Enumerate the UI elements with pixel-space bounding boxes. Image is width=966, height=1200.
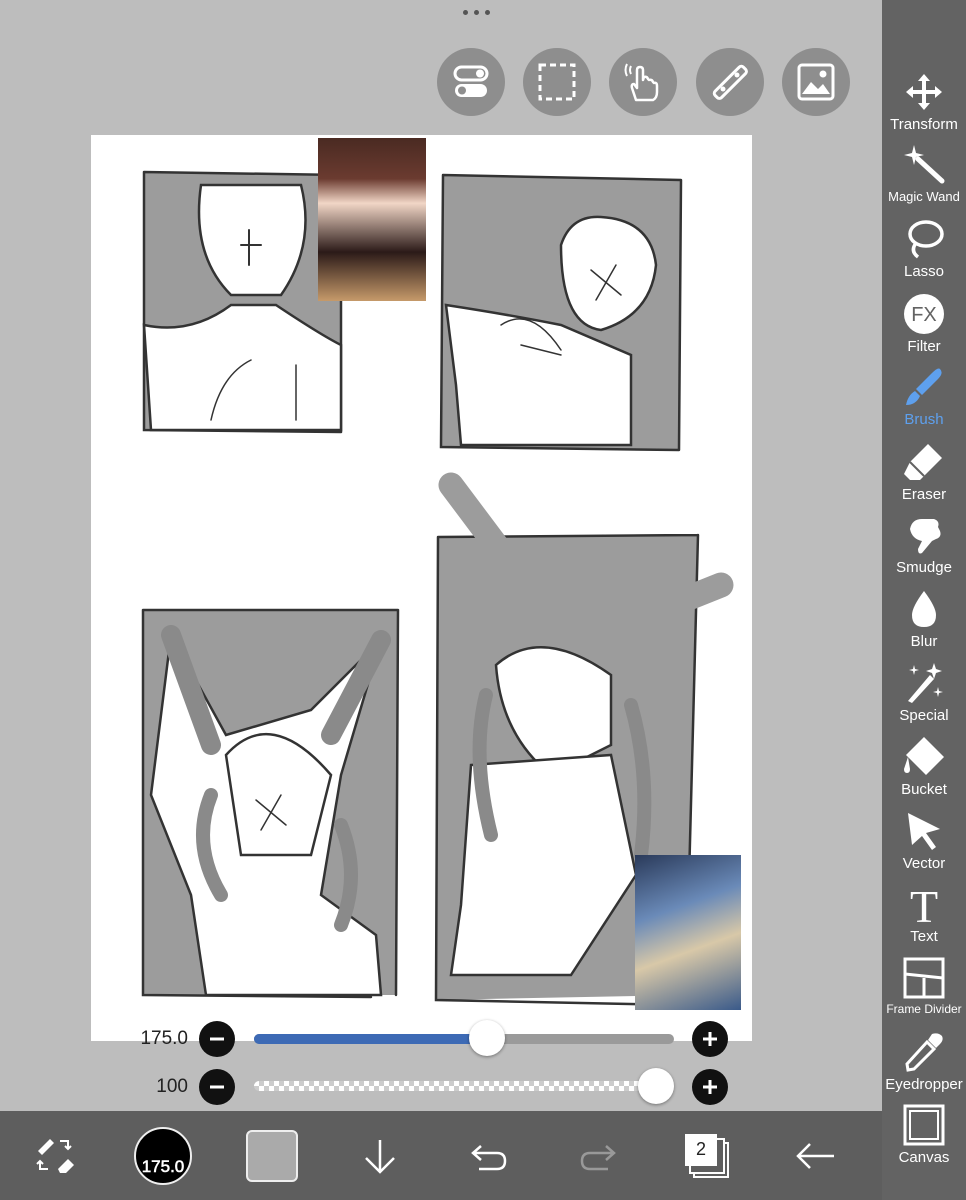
layers-count: 2: [685, 1133, 717, 1166]
reference-image-2[interactable]: [635, 855, 741, 1010]
brush-size-label: 175.0: [141, 1156, 185, 1176]
tool-label: Transform: [890, 116, 958, 133]
tool-label: Lasso: [903, 263, 945, 280]
color-swatch-button[interactable]: [242, 1111, 302, 1200]
ruler-icon: [712, 64, 748, 100]
tool-smudge[interactable]: Smudge: [882, 513, 966, 576]
download-arrow-icon: [365, 1139, 395, 1174]
tool-transform[interactable]: Transform: [882, 70, 966, 133]
tool-magic-wand[interactable]: Magic Wand: [882, 143, 966, 204]
size-slider-track[interactable]: [254, 1034, 674, 1044]
cursor-arrow-icon: [908, 813, 940, 850]
layers-button[interactable]: 2: [677, 1111, 737, 1200]
special-sparkle-icon: [908, 663, 943, 703]
drop-icon: [912, 591, 936, 627]
brush-size-circle: 175.0: [134, 1126, 192, 1185]
svg-text:FX: FX: [911, 304, 937, 326]
color-swatch: [246, 1129, 298, 1182]
drawing-canvas[interactable]: [91, 135, 752, 1041]
canvas-icon: [903, 1104, 945, 1146]
toggle-settings-button[interactable]: [437, 48, 505, 116]
tool-blur[interactable]: Blur: [882, 587, 966, 650]
undo-button[interactable]: [459, 1111, 519, 1200]
image-icon: [797, 63, 835, 101]
size-decrease-button[interactable]: [199, 1021, 235, 1057]
tool-text[interactable]: T Text: [882, 882, 966, 945]
tool-bucket[interactable]: Bucket: [882, 735, 966, 798]
minus-icon: [210, 1085, 224, 1089]
gesture-button[interactable]: [609, 48, 677, 116]
tool-label: Vector: [902, 855, 946, 872]
tool-label: Text: [910, 928, 938, 945]
tool-label: Canvas: [898, 1149, 950, 1166]
tool-brush[interactable]: Brush: [882, 365, 966, 428]
tool-label: Magic Wand: [888, 189, 960, 204]
brush-icon: [906, 368, 942, 405]
tool-canvas[interactable]: Canvas: [882, 1103, 966, 1166]
back-button[interactable]: [786, 1111, 846, 1200]
right-toolbar: Transform Magic Wand Lasso FX Filter Bru…: [882, 0, 966, 1200]
move-arrows-icon: [906, 74, 942, 110]
selection-icon: [538, 63, 576, 101]
frame-divider-icon: [903, 957, 945, 999]
undo-icon: [471, 1144, 507, 1170]
back-arrow-icon: [796, 1142, 834, 1169]
smudge-icon: [910, 519, 941, 554]
tool-eraser[interactable]: Eraser: [882, 440, 966, 503]
tool-eyedropper[interactable]: Eyedropper: [882, 1030, 966, 1093]
magic-wand-icon: [904, 145, 945, 184]
brush-size-indicator[interactable]: 175.0: [133, 1111, 193, 1200]
hand-gesture-icon: [624, 63, 659, 102]
opacity-slider-track[interactable]: [254, 1081, 674, 1091]
tool-lasso[interactable]: Lasso: [882, 217, 966, 280]
svg-text:T: T: [910, 882, 938, 926]
size-value: 175.0: [140, 1028, 188, 1049]
opacity-slider-thumb[interactable]: [638, 1068, 674, 1104]
size-slider-thumb[interactable]: [469, 1020, 506, 1056]
bottom-toolbar: 175.0 2: [0, 1111, 882, 1200]
tool-special[interactable]: Special: [882, 661, 966, 724]
text-icon: T: [910, 882, 938, 926]
swap-tools-icon: [36, 1138, 74, 1173]
layers-icon: 2: [685, 1133, 729, 1178]
tool-label: Smudge: [896, 559, 952, 576]
lasso-icon: [908, 220, 944, 259]
tool-frame-divider[interactable]: Frame Divider: [882, 956, 966, 1016]
plus-icon: [703, 1080, 717, 1094]
tool-label: Filter: [907, 338, 941, 355]
minus-icon: [210, 1037, 224, 1041]
opacity-value: 100: [156, 1076, 188, 1097]
tool-filter[interactable]: FX Filter: [882, 292, 966, 355]
eyedropper-icon: [905, 1033, 943, 1072]
eraser-icon: [904, 444, 942, 480]
image-button[interactable]: [782, 48, 850, 116]
opacity-increase-button[interactable]: [692, 1069, 728, 1105]
bucket-icon: [904, 737, 944, 775]
fx-icon: FX: [904, 294, 944, 334]
plus-icon: [703, 1032, 717, 1046]
swap-tools-button[interactable]: [25, 1111, 85, 1200]
ruler-button[interactable]: [696, 48, 764, 116]
more-options-dots[interactable]: [463, 10, 503, 22]
tool-label: Bucket: [901, 781, 947, 798]
redo-button[interactable]: [568, 1111, 628, 1200]
tool-label: Eraser: [901, 486, 947, 503]
opacity-decrease-button[interactable]: [199, 1069, 235, 1105]
toggle-settings-icon: [453, 65, 489, 97]
tool-vector[interactable]: Vector: [882, 809, 966, 872]
tool-label: Blur: [910, 633, 938, 650]
download-button[interactable]: [350, 1111, 410, 1200]
size-increase-button[interactable]: [692, 1021, 728, 1057]
selection-button[interactable]: [523, 48, 591, 116]
tool-label: Brush: [904, 411, 944, 428]
tool-label: Special: [899, 707, 949, 724]
size-slider-fill: [254, 1034, 490, 1044]
tool-label: Frame Divider: [886, 1002, 962, 1016]
tool-label: Eyedropper: [885, 1076, 963, 1093]
redo-icon: [580, 1144, 616, 1170]
reference-image-1[interactable]: [318, 138, 426, 301]
